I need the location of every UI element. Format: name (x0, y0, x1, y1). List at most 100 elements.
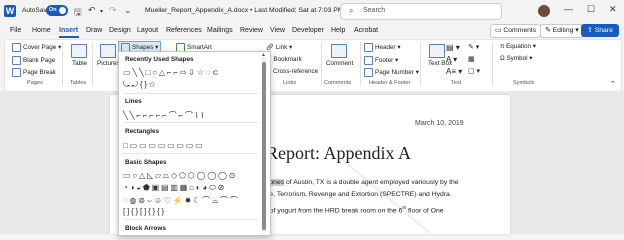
share-icon: ⇪ (587, 27, 595, 34)
header-icon (364, 43, 373, 52)
textbox-icon[interactable] (429, 44, 445, 58)
page-break-button[interactable]: Page Break (12, 68, 56, 77)
shape-row[interactable]: ╲╲⌐⌐⌐⌐⌐⌒⌐⌒⌇⌇ (123, 110, 263, 121)
link-button[interactable]: 🔗︎ Link ▾ (266, 43, 292, 51)
shape-row[interactable]: ◌◍⊚⌣☺♡⚡✹☾⌒⌓⌒⌒ (123, 195, 263, 206)
active-tab-indicator (59, 36, 79, 38)
shape-row[interactable]: ▭○△◺▱⏢◇⬠⬡◯◯◯⊙ (123, 171, 263, 181)
user-avatar[interactable] (538, 5, 550, 17)
comment-label[interactable]: Comment (326, 60, 353, 67)
tab-developer[interactable]: Developer (292, 27, 324, 34)
footer-button[interactable]: Footer ▾ (364, 56, 398, 65)
redo-icon[interactable]: ↷ (109, 5, 117, 16)
body-line-1[interactable]: Jones of Austin, TX is a double agent em… (266, 179, 459, 186)
collapse-ribbon-icon[interactable]: ⌃ (610, 80, 616, 88)
pictures-label[interactable]: Pictures (97, 60, 120, 67)
footer-icon (364, 56, 373, 65)
close-button[interactable]: ✕ (609, 4, 617, 15)
tab-layout[interactable]: Layout (137, 27, 158, 34)
tab-review[interactable]: Review (240, 27, 263, 34)
table-icon[interactable] (71, 44, 87, 58)
cover-page-button[interactable]: Cover Page ▾ (12, 43, 61, 52)
editing-label: Editing (552, 27, 574, 34)
footer-label: Footer (375, 57, 394, 65)
group-links: Links (283, 80, 297, 86)
divider (62, 42, 63, 86)
customize-toolbar-icon[interactable]: ⌄ (124, 5, 132, 16)
group-header-footer: Header & Footer (369, 80, 411, 86)
tab-view[interactable]: View (270, 27, 285, 34)
tab-home[interactable]: Home (32, 27, 51, 34)
signature-line-icon[interactable]: ✎ ▾ (468, 43, 479, 51)
minimize-button[interactable]: — (564, 4, 573, 14)
save-icon[interactable]: 🖫 (74, 5, 82, 21)
bookmark-button[interactable]: ⚑ Bookmark (266, 56, 302, 63)
table-label[interactable]: Table (72, 60, 87, 67)
comments-button[interactable]: ▭ Comments (490, 24, 542, 38)
dropcap-icon[interactable]: A≡ ▾ (446, 67, 462, 76)
editing-mode-button[interactable]: ✎ Editing ▾ (540, 24, 584, 38)
search-box[interactable]: ⌕ Search (340, 3, 502, 20)
body-line-3[interactable]: t of yogurt from the HRD break room on t… (266, 205, 444, 214)
title-bar: W AutoSave On 🖫 ↶ ▾ ↷ ⌄ Mueller_Report_A… (0, 0, 624, 22)
crossref-button[interactable]: ⇆ Cross-reference (266, 68, 318, 75)
header-button[interactable]: Header ▾ (364, 43, 401, 52)
blank-page-label: Blank Page (23, 57, 56, 65)
comment-insert-icon[interactable] (331, 44, 347, 58)
page-break-label: Page Break (23, 69, 56, 77)
header-label: Header (375, 44, 396, 52)
tab-help[interactable]: Help (331, 27, 345, 34)
body-line-2[interactable]: ce, Terrorism, Revenge and Extortion (SP… (266, 191, 452, 198)
equation-label: Equation (506, 43, 531, 50)
quick-parts-icon[interactable]: ▤ ▾ (446, 43, 460, 52)
pictures-icon[interactable] (100, 44, 116, 58)
divider (92, 42, 93, 86)
shape-row[interactable]: ◔◑◒⬟▣▤▥▦⌂◐◕⬭⊘ (123, 183, 263, 193)
search-icon: ⌕ (349, 6, 354, 15)
cover-page-icon (12, 43, 21, 52)
chevron-down-icon: ▾ (573, 27, 579, 34)
autosave-toggle[interactable]: On (46, 5, 68, 16)
undo-dropdown-icon[interactable]: ▾ (100, 8, 103, 15)
tab-mailings[interactable]: Mailings (207, 27, 233, 34)
tab-references[interactable]: References (166, 27, 202, 34)
object-icon[interactable]: ▢ ▾ (468, 67, 480, 75)
body-text: of Austin, TX is a double agent employed… (284, 179, 459, 186)
tab-insert[interactable]: Insert (59, 27, 78, 34)
page-break-icon (12, 68, 21, 77)
gallery-scroll-thumb[interactable] (262, 62, 266, 230)
scroll-up-icon[interactable]: ▲ (261, 52, 266, 58)
shape-row[interactable]: []{}[]{}{} (123, 207, 263, 216)
divider (123, 93, 259, 94)
word-logo-icon: W (4, 5, 16, 17)
document-date[interactable]: March 10, 2019 (415, 120, 464, 127)
shape-row[interactable]: ▭╲╲□○△⌐⌐⇨⇩☆◌⊂ (123, 68, 263, 77)
document-heading[interactable]: Report: Appendix A (266, 143, 411, 164)
link-icon: 🔗︎ (266, 44, 276, 51)
shape-row[interactable]: □▭▭▭▭▭▭▭▭ (123, 141, 263, 150)
symbol-button[interactable]: Ω Symbol ▾ (500, 55, 532, 62)
divider (123, 219, 259, 220)
undo-icon[interactable]: ↶ (88, 5, 96, 16)
page-number-button[interactable]: Page Number ▾ (364, 68, 419, 77)
group-text: Text (451, 80, 462, 86)
shape-row[interactable]: ⤿⤾{}☆ (123, 80, 263, 90)
blank-page-icon (12, 56, 21, 65)
group-symbols: Symbols (513, 80, 535, 86)
blank-page-button[interactable]: Blank Page (12, 56, 55, 65)
tab-file[interactable]: File (10, 27, 21, 34)
section-rectangles: Rectangles (125, 128, 160, 135)
date-time-icon[interactable]: ▦ (468, 55, 475, 63)
divider (492, 42, 493, 86)
section-lines: Lines (125, 98, 142, 105)
search-placeholder: Search (363, 7, 386, 14)
section-basic-shapes: Basic Shapes (125, 159, 167, 166)
tab-draw[interactable]: Draw (86, 27, 102, 34)
tab-design[interactable]: Design (109, 27, 131, 34)
share-button[interactable]: ⇪ Share (581, 24, 619, 37)
section-recently-used: Recently Used Shapes (125, 56, 194, 63)
wordart-icon[interactable]: A ▾ (446, 55, 457, 64)
maximize-button[interactable]: ☐ (587, 4, 595, 15)
tab-acrobat[interactable]: Acrobat (354, 27, 378, 34)
equation-button[interactable]: π Equation ▾ (500, 43, 536, 50)
